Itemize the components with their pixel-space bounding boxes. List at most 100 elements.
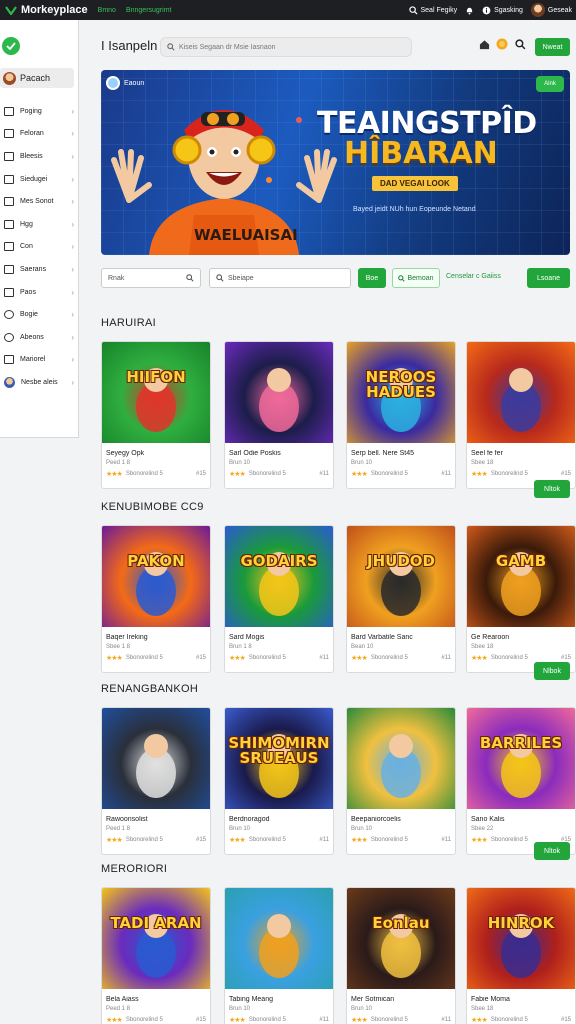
- section-more-button[interactable]: Nltok: [534, 480, 570, 498]
- top-info-item[interactable]: Sgasking: [482, 6, 523, 15]
- book-icon: [4, 355, 14, 365]
- game-card[interactable]: Beepaniorcoelis Brun 10 ★★★ Sbonorelind 5 #1…: [346, 707, 456, 855]
- game-thumbnail[interactable]: [347, 708, 455, 809]
- game-card[interactable]: Seel fe fer Sbee 18 ★★★ Sbonorelind 5 #15: [466, 341, 576, 489]
- game-card[interactable]: NEROOS HADUES Serp bell. Nere St45 Brun 10…: [346, 341, 456, 489]
- hero-corner-button[interactable]: Alnk: [536, 76, 564, 92]
- game-title[interactable]: Seel fe fer: [471, 450, 575, 457]
- hero-subheadline: HÎBARAN: [344, 136, 498, 171]
- sidebar-item[interactable]: Bogie ›: [0, 303, 78, 326]
- game-thumbnail[interactable]: [225, 888, 333, 989]
- hero-chip-icon: [106, 76, 120, 90]
- rating-text: Sbonorelind 5: [370, 1017, 408, 1023]
- game-thumbnail[interactable]: GAMB: [467, 526, 575, 627]
- rating-text: Sbonorelind 5: [248, 471, 286, 477]
- game-title[interactable]: Seyegy Opk: [106, 450, 210, 457]
- game-thumbnail[interactable]: [225, 342, 333, 443]
- game-card[interactable]: GAMB Ge Rearoon Sbee 18 ★★★ Sbonorelind 5 #15: [466, 525, 576, 673]
- game-title[interactable]: Sano Kalis: [471, 816, 575, 823]
- header-action-button[interactable]: Nweat: [535, 38, 570, 56]
- top-link-2[interactable]: Bnngersugrimt: [126, 7, 172, 14]
- game-meta: Brun 10: [229, 826, 251, 832]
- game-title[interactable]: Bard Varbatile Sanc: [351, 634, 455, 641]
- game-card[interactable]: Eonlau Mer Sotmican Brun 10 ★★★ Sbonorelind …: [346, 887, 456, 1024]
- filter-button-1[interactable]: Boe: [358, 268, 386, 288]
- sidebar-item[interactable]: Saerans ›: [0, 258, 78, 281]
- top-search-item[interactable]: Seal Fegiky: [408, 5, 457, 15]
- game-title[interactable]: Rawoonsolist: [106, 816, 210, 823]
- game-card[interactable]: HIIFON Seyegy Opk Peed 1 8 ★★★ Sbonorelind 5…: [101, 341, 211, 489]
- game-thumbnail[interactable]: GODAIRS: [225, 526, 333, 627]
- game-thumbnail[interactable]: [467, 342, 575, 443]
- game-thumbnail[interactable]: PAKON: [102, 526, 210, 627]
- hero-banner[interactable]: Eaoun Alnk WAELUAISAI TEAINGSTPÎD HÎBARA…: [101, 70, 570, 255]
- sidebar-item[interactable]: Con ›: [0, 236, 78, 259]
- check-logo-icon[interactable]: [2, 37, 20, 55]
- game-thumbnail-title: BARRILES: [479, 734, 563, 753]
- sidebar-item[interactable]: Bleesis ›: [0, 145, 78, 168]
- game-title[interactable]: Baqer Ireking: [106, 634, 210, 641]
- game-title[interactable]: Serp bell. Nere St45: [351, 450, 455, 457]
- character-head: [509, 368, 533, 392]
- game-thumbnail[interactable]: NEROOS HADUES: [347, 342, 455, 443]
- sidebar-item[interactable]: Siedugei ›: [0, 168, 78, 191]
- game-card[interactable]: TADI ARAN Bela Aiass Peed 1 8 ★★★ Sbonorelin…: [101, 887, 211, 1024]
- filter-search-1[interactable]: Rnak: [101, 268, 201, 288]
- game-card[interactable]: JHUDOD Bard Varbatile Sanc Bean 10 ★★★ Sbono…: [346, 525, 456, 673]
- game-card[interactable]: SHIMOMIRN SRUEAUS Berdnoragod Brun 10 ★★★ Sb…: [224, 707, 334, 855]
- game-thumbnail[interactable]: HIIFON: [102, 342, 210, 443]
- filter-button-2[interactable]: Bemoan: [392, 268, 440, 288]
- game-thumbnail[interactable]: SHIMOMIRN SRUEAUS: [225, 708, 333, 809]
- section-title: KENUBIMOBE CC9: [101, 501, 204, 513]
- top-link-1[interactable]: Bmno: [98, 7, 116, 14]
- sidebar-item[interactable]: Nesbe aleis ›: [0, 371, 78, 394]
- game-thumbnail[interactable]: Eonlau: [347, 888, 455, 989]
- rating-row: ★★★ Sbonorelind 5 #15: [471, 470, 571, 478]
- game-thumbnail-title: PAKON: [127, 552, 185, 571]
- search-input[interactable]: Kiseis Segaan dr Msie Iasnaon: [160, 37, 412, 57]
- game-title[interactable]: Mer Sotmican: [351, 996, 455, 1003]
- game-card[interactable]: GODAIRS Sard Mogis Brun 1 8 ★★★ Sbonorelind …: [224, 525, 334, 673]
- coin-icon[interactable]: [496, 38, 508, 50]
- game-title[interactable]: Beepaniorcoelis: [351, 816, 455, 823]
- game-card[interactable]: BARRILES Sano Kalis Sbee 22 ★★★ Sbonorelind …: [466, 707, 576, 855]
- game-title[interactable]: Fabie Moma: [471, 996, 575, 1003]
- game-thumbnail[interactable]: BARRILES: [467, 708, 575, 809]
- filter-link[interactable]: Censelar c Gaiiss: [446, 273, 501, 280]
- sidebar-item-active[interactable]: Pacach: [0, 68, 74, 88]
- game-thumbnail[interactable]: JHUDOD: [347, 526, 455, 627]
- section-more-button[interactable]: Nlbok: [534, 662, 570, 680]
- game-title[interactable]: Ge Rearoon: [471, 634, 575, 641]
- game-card[interactable]: Rawoonsolist Peed 1 8 ★★★ Sbonorelind 5 #15: [101, 707, 211, 855]
- game-title[interactable]: Tabing Meang: [229, 996, 333, 1003]
- game-title[interactable]: Bela Aiass: [106, 996, 210, 1003]
- home-icon[interactable]: [478, 38, 490, 50]
- game-title[interactable]: Berdnoragod: [229, 816, 333, 823]
- sidebar-item[interactable]: Poging ›: [0, 100, 78, 123]
- game-card[interactable]: Sarl Odie Poskis Brun 10 ★★★ Sbonorelind 5 #…: [224, 341, 334, 489]
- search-icon[interactable]: [514, 38, 526, 50]
- user-menu[interactable]: Geseak: [530, 3, 572, 17]
- sidebar-item[interactable]: Mes Sonot ›: [0, 190, 78, 213]
- filter-button-3[interactable]: Lsoane: [527, 268, 570, 288]
- filter-search-2[interactable]: Sbeiape: [209, 268, 351, 288]
- sidebar-item[interactable]: Paos ›: [0, 281, 78, 304]
- sidebar-item[interactable]: Hgg ›: [0, 213, 78, 236]
- rating-text: Sbonorelind 5: [490, 471, 528, 477]
- game-card[interactable]: PAKON Baqer Ireking Sbee 1 8 ★★★ Sbonorelind…: [101, 525, 211, 673]
- sidebar-item[interactable]: Abeons ›: [0, 326, 78, 349]
- top-notifications[interactable]: [465, 6, 474, 15]
- game-title[interactable]: Sard Mogis: [229, 634, 333, 641]
- section-more-button[interactable]: Nltok: [534, 842, 570, 860]
- game-card[interactable]: Tabing Meang Brun 10 ★★★ Sbonorelind 5 #11: [224, 887, 334, 1024]
- game-thumbnail[interactable]: [102, 708, 210, 809]
- game-title[interactable]: Sarl Odie Poskis: [229, 450, 333, 457]
- sidebar-item[interactable]: Mariorel ›: [0, 349, 78, 372]
- game-thumbnail[interactable]: HINROK: [467, 888, 575, 989]
- sidebar-item[interactable]: Feloran ›: [0, 123, 78, 146]
- star-rating-icon: ★★★: [106, 837, 123, 844]
- app-logo-icon[interactable]: [4, 4, 18, 16]
- game-card[interactable]: HINROK Fabie Moma Sbee 18 ★★★ Sbonorelind 5 #…: [466, 887, 576, 1024]
- game-thumbnail[interactable]: TADI ARAN: [102, 888, 210, 989]
- hero-chip[interactable]: Eaoun: [106, 76, 144, 90]
